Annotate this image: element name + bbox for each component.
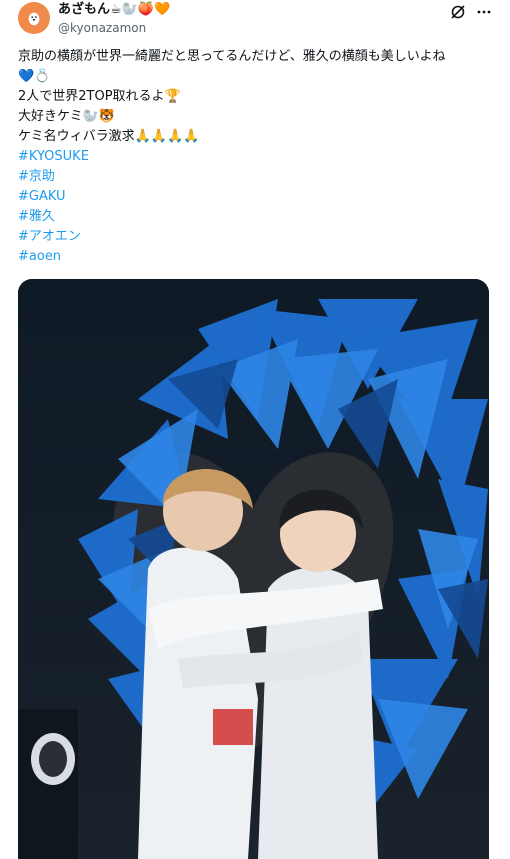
post-line: 💙💍 xyxy=(18,69,51,84)
hashtag-link[interactable]: #GAKU xyxy=(18,187,488,207)
hashtag-link[interactable]: #京助 xyxy=(18,167,488,187)
hashtag-link[interactable]: #アオエン xyxy=(18,227,488,247)
post-line: 京助の横顔が世界一綺麗だと思ってるんだけど、雅久の横顔も美しいよね xyxy=(18,49,446,64)
display-name[interactable]: あざもん☕🦭🍑🧡 xyxy=(58,2,170,18)
post-line: ケミ名ウィバラ激求🙏🙏🙏🙏 xyxy=(18,129,200,144)
hashtag-link[interactable]: #雅久 xyxy=(18,207,488,227)
post-line: 2人で世界2TOP取れるよ🏆 xyxy=(18,89,181,104)
hashtag-link[interactable]: #aoen xyxy=(18,247,488,267)
more-icon[interactable] xyxy=(476,4,492,20)
seal-avatar-icon xyxy=(28,12,40,26)
grok-icon[interactable] xyxy=(450,4,466,20)
post-line: 大好きケミ🦭🐯 xyxy=(18,109,115,124)
post-photo[interactable] xyxy=(18,279,489,859)
hashtag-link[interactable]: #KYOSUKE xyxy=(18,147,488,167)
photo-illustration xyxy=(18,279,489,859)
user-handle[interactable]: @kyonazamon xyxy=(58,20,146,36)
post: あざもん☕🦭🍑🧡 @kyonazamon 京助の横顔が世界一綺麗だと思ってるんだ… xyxy=(0,0,510,859)
post-text: 京助の横顔が世界一綺麗だと思ってるんだけど、雅久の横顔も美しいよね 💙💍 2人で… xyxy=(18,47,488,267)
avatar[interactable] xyxy=(18,2,50,34)
